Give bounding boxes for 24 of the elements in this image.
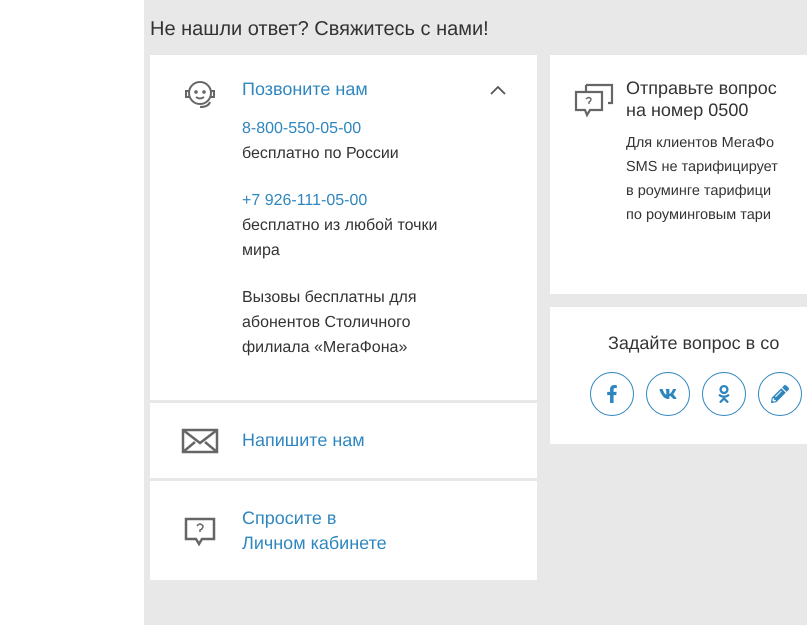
sms-text: в роуминге тарифици: [626, 182, 772, 201]
sms-text: SMS не тарифицирует: [626, 158, 779, 177]
pencil-icon: [771, 385, 789, 403]
calls-note: Вызовы бесплатны для абонентов Столичного филиала «МегаФона»: [242, 288, 418, 358]
social-title: Задайте вопрос в со: [607, 333, 780, 354]
envelope-icon: [181, 428, 219, 454]
sms-title: Отправьте вопрос: [626, 77, 778, 99]
contact-link[interactable]: Спросите в Личном кабинете: [242, 506, 397, 556]
sms-text: по роуминговым тари: [626, 206, 772, 225]
chat-bubbles-icon: [574, 83, 614, 119]
social-button[interactable]: [590, 372, 634, 416]
phone-link[interactable]: 8-800-550-05-00: [242, 116, 362, 141]
social-button[interactable]: [758, 372, 802, 416]
phone-note: бесплатно по России: [242, 144, 400, 164]
phone-note: бесплатно из любой точки мира: [242, 216, 438, 261]
social-button[interactable]: [646, 372, 690, 416]
sms-title: на номер 0500: [626, 99, 750, 121]
contact-link[interactable]: Напишите нам: [242, 428, 365, 453]
contact-link[interactable]: Позвоните нам: [242, 77, 368, 102]
section-heading: Не нашли ответ? Свяжитесь с нами!: [150, 18, 490, 41]
chevron-up-icon[interactable]: [489, 84, 507, 96]
phone-link[interactable]: +7 926-111-05-00: [242, 188, 368, 213]
social-button[interactable]: [702, 372, 746, 416]
sms-text: Для клиентов МегаФо: [626, 134, 776, 153]
